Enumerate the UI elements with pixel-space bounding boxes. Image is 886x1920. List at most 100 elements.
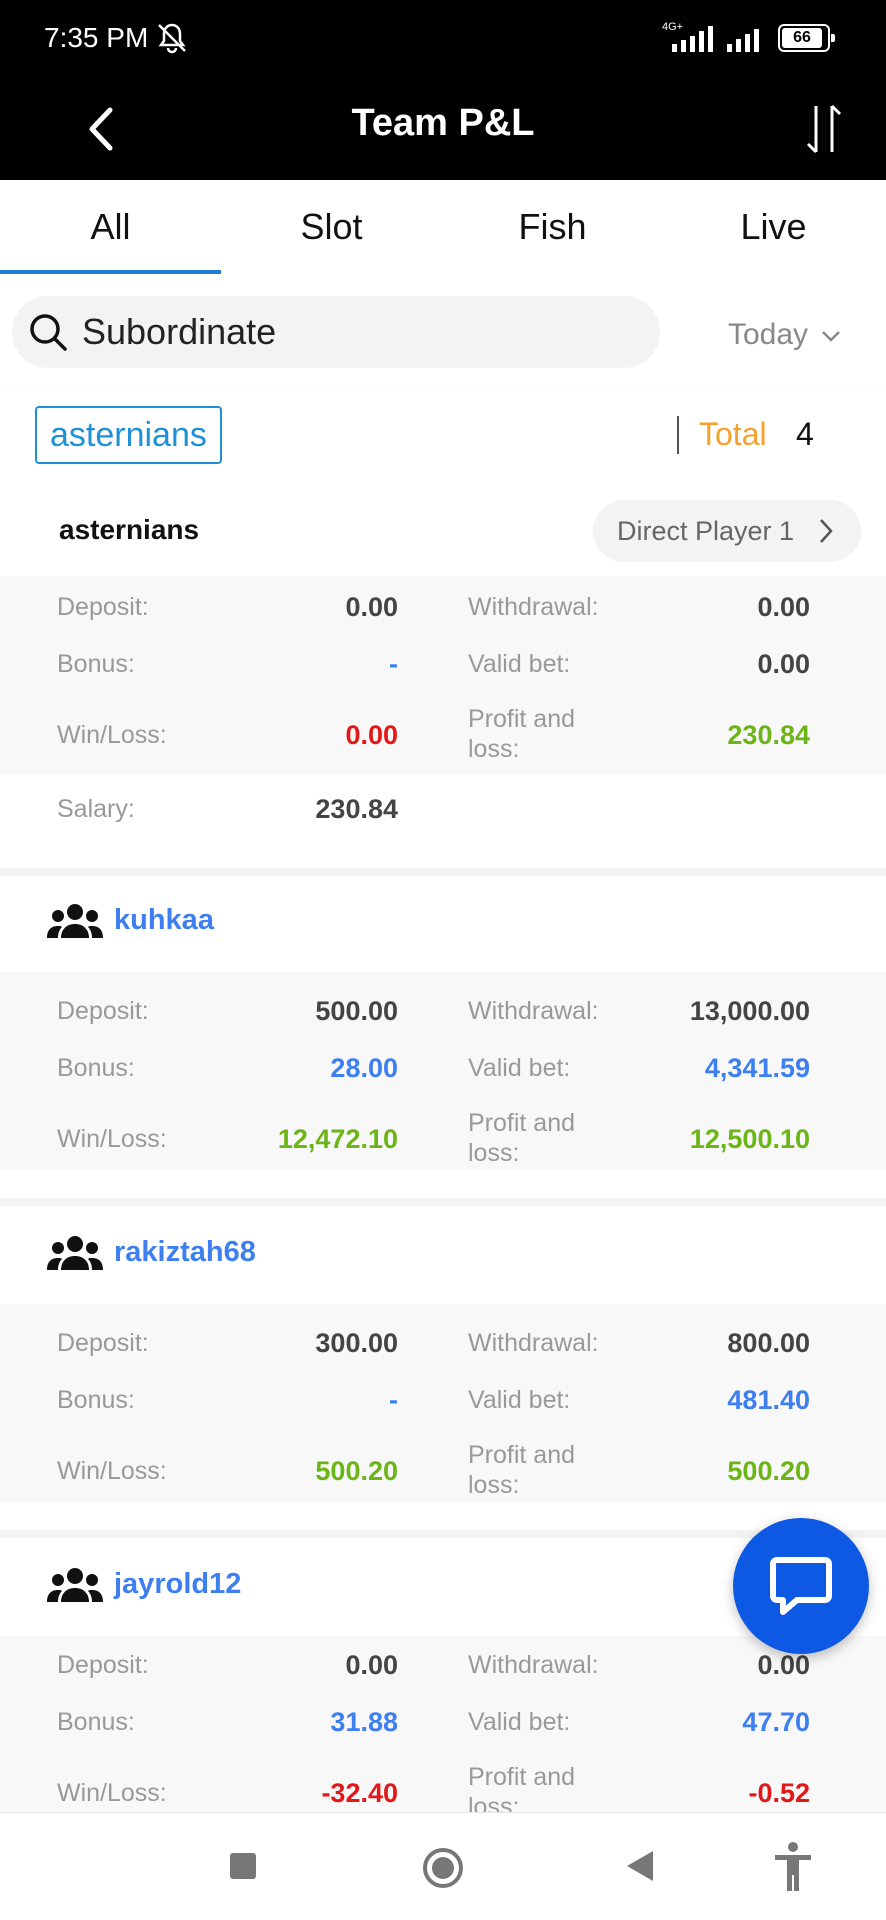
- win-loss-value: -32.40: [321, 1778, 398, 1808]
- system-nav-bar: [0, 1812, 886, 1920]
- withdrawal-label: Withdrawal:: [468, 593, 599, 621]
- withdrawal-label: Withdrawal:: [468, 1651, 599, 1679]
- tab-slot[interactable]: Slot: [221, 180, 442, 274]
- member-name[interactable]: kuhkaa: [114, 904, 214, 937]
- deposit-label: Deposit:: [57, 997, 149, 1025]
- recents-square-icon[interactable]: [228, 1851, 258, 1881]
- signal-icon: [672, 26, 713, 52]
- bonus-label: Bonus:: [57, 650, 135, 678]
- valid-bet-label: Valid bet:: [468, 1708, 571, 1736]
- profit-loss-label-2: loss:: [468, 735, 520, 763]
- signal-icon-2: [727, 29, 759, 52]
- win-loss-label: Win/Loss:: [57, 1457, 167, 1485]
- win-loss-value: 12,472.10: [277, 1124, 398, 1154]
- deposit-value: 300.00: [315, 1328, 398, 1358]
- status-time: 7:35 PM: [44, 22, 149, 53]
- date-filter-label: Today: [728, 318, 809, 351]
- category-tabs: All Slot Fish Live: [0, 180, 886, 274]
- search-box[interactable]: [12, 296, 660, 368]
- direct-player-button[interactable]: Direct Player 1: [593, 500, 861, 562]
- deposit-value: 0.00: [345, 592, 398, 622]
- chevron-right-icon: [820, 519, 833, 543]
- deposit-value: 500.00: [315, 996, 398, 1026]
- member-card: rakiztah68 Deposit: 300.00 Withdrawal: 8…: [0, 1206, 886, 1526]
- bonus-value: 28.00: [330, 1053, 398, 1083]
- valid-bet-label: Valid bet:: [468, 1386, 571, 1414]
- valid-bet-value: 0.00: [757, 649, 810, 679]
- member-name[interactable]: rakiztah68: [114, 1236, 256, 1269]
- date-filter-dropdown[interactable]: Today: [728, 318, 842, 352]
- deposit-value: 0.00: [345, 1650, 398, 1680]
- accessibility-icon[interactable]: [773, 1841, 813, 1893]
- bonus-value: -: [389, 1385, 398, 1415]
- status-bar: 7:35 PM 4G+ 66: [0, 0, 886, 78]
- battery-icon: 66: [778, 24, 835, 52]
- owner-card: asternians Direct Player 1 Deposit: 0.00…: [0, 484, 886, 872]
- section-divider: [0, 868, 886, 876]
- deposit-label: Deposit:: [57, 1329, 149, 1357]
- profit-loss-value: 12,500.10: [689, 1124, 810, 1154]
- tab-fish[interactable]: Fish: [442, 180, 663, 274]
- withdrawal-value: 800.00: [727, 1328, 810, 1358]
- team-group-icon: [47, 904, 103, 938]
- back-triangle-icon[interactable]: [625, 1849, 655, 1883]
- valid-bet-value: 4,341.59: [704, 1053, 810, 1083]
- profit-loss-label-2: loss:: [468, 1139, 520, 1167]
- member-stats: Deposit: 500.00 Withdrawal: 13,000.00 Bo…: [0, 972, 886, 1170]
- salary-value: 230.84: [315, 794, 398, 824]
- valid-bet-label: Valid bet:: [468, 650, 571, 678]
- valid-bet-label: Valid bet:: [468, 1054, 571, 1082]
- win-loss-value: 0.00: [345, 720, 398, 750]
- total-count: 4: [796, 416, 814, 452]
- total-label: Total: [699, 416, 767, 452]
- deposit-label: Deposit:: [57, 1651, 149, 1679]
- page-title: Team P&L: [351, 102, 535, 144]
- salary-label: Salary:: [57, 795, 135, 823]
- withdrawal-value: 0.00: [757, 592, 810, 622]
- search-input[interactable]: [82, 296, 642, 368]
- tab-all[interactable]: All: [0, 180, 221, 274]
- win-loss-label: Win/Loss:: [57, 1779, 167, 1807]
- bonus-value: -: [389, 649, 398, 679]
- profit-loss-label: Profit and: [468, 1109, 576, 1137]
- team-group-icon: [47, 1568, 103, 1602]
- account-chip[interactable]: asternians: [35, 406, 222, 464]
- bonus-label: Bonus:: [57, 1708, 135, 1736]
- app-header: Team P&L: [0, 78, 886, 180]
- filter-bar: asternians Total 4: [0, 388, 886, 484]
- withdrawal-label: Withdrawal:: [468, 997, 599, 1025]
- profit-loss-value: 500.20: [727, 1456, 810, 1486]
- member-stats: Deposit: 300.00 Withdrawal: 800.00 Bonus…: [0, 1304, 886, 1502]
- bonus-value: 31.88: [330, 1707, 398, 1737]
- sort-arrows-icon[interactable]: [800, 94, 850, 164]
- withdrawal-label: Withdrawal:: [468, 1329, 599, 1357]
- team-group-icon: [47, 1236, 103, 1270]
- chevron-down-icon: [822, 331, 841, 342]
- member-name[interactable]: jayrold12: [114, 1568, 241, 1601]
- profit-loss-value: 230.84: [727, 720, 810, 750]
- search-icon: [30, 314, 67, 351]
- profit-loss-label: Profit and: [468, 1763, 576, 1791]
- chat-bubble-icon: [770, 1557, 832, 1615]
- section-divider: [0, 1198, 886, 1206]
- tab-live[interactable]: Live: [663, 180, 884, 274]
- valid-bet-value: 47.70: [742, 1707, 810, 1737]
- profit-loss-label: Profit and: [468, 705, 576, 733]
- withdrawal-value: 0.00: [757, 1650, 810, 1680]
- member-card: kuhkaa Deposit: 500.00 Withdrawal: 13,00…: [0, 876, 886, 1196]
- member-stats: Deposit: 0.00 Withdrawal: 0.00 Bonus: 31…: [0, 1636, 886, 1812]
- win-loss-label: Win/Loss:: [57, 721, 167, 749]
- withdrawal-value: 13,000.00: [689, 996, 810, 1026]
- bonus-label: Bonus:: [57, 1054, 135, 1082]
- profit-loss-label: Profit and: [468, 1441, 576, 1469]
- deposit-label: Deposit:: [57, 593, 149, 621]
- direct-player-label: Direct Player 1: [617, 516, 795, 546]
- search-row: Today: [0, 274, 886, 388]
- divider: [677, 416, 679, 454]
- win-loss-value: 500.20: [315, 1456, 398, 1486]
- home-circle-icon[interactable]: [422, 1847, 464, 1889]
- profit-loss-label-2: loss:: [468, 1793, 520, 1812]
- owner-stats: Deposit: 0.00 Withdrawal: 0.00 Bonus: - …: [0, 576, 886, 774]
- live-chat-button[interactable]: [733, 1518, 869, 1654]
- valid-bet-value: 481.40: [727, 1385, 810, 1415]
